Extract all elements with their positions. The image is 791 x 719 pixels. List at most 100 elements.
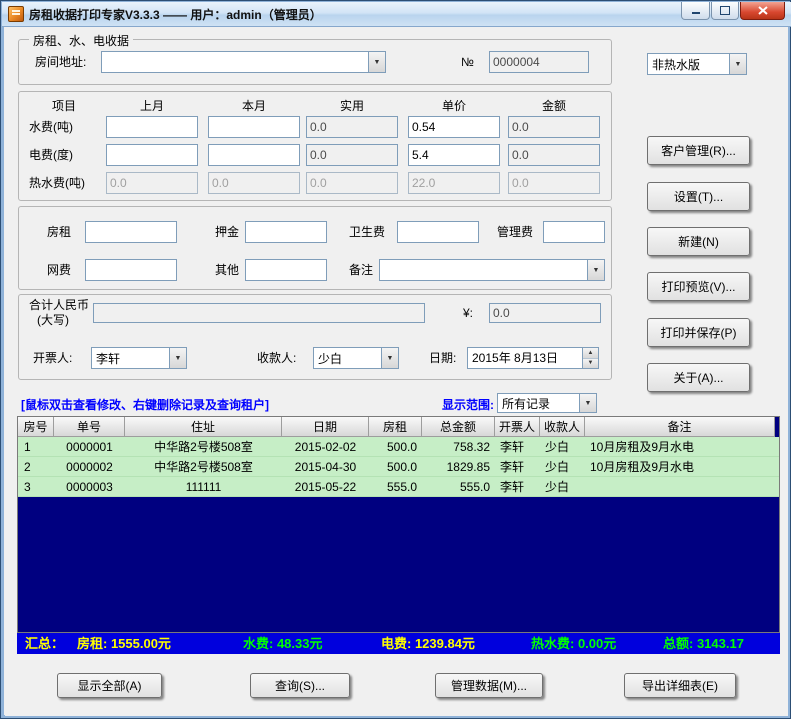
app-window: 房租收据打印专家V3.3.3 —— 用户：admin（管理员） 房租、水、电收据… bbox=[0, 0, 791, 719]
col-item-label: 项目 bbox=[51, 99, 76, 113]
date-label: 日期: bbox=[429, 351, 457, 365]
other-fees-groupbox: 房租 押金 卫生费 管理费 网费 其他 备注 ▼ bbox=[18, 206, 612, 290]
chevron-down-icon[interactable]: ▼ bbox=[729, 54, 746, 74]
manage-data-button[interactable]: 管理数据(M)... bbox=[435, 673, 543, 698]
date-picker[interactable]: 2015年 8月13日 ▲ ▼ bbox=[467, 347, 599, 369]
hint-text: [鼠标双击查看修改、右键删除记录及查询租户] bbox=[21, 398, 269, 412]
summary-electric: 电费: 1239.84元 bbox=[381, 636, 475, 651]
cell-total: 758.32 bbox=[453, 439, 490, 454]
close-icon bbox=[757, 6, 768, 15]
total-groupbox: 合计人民币 (大写) ¥: 开票人: 李轩 ▼ 收款人: 少白 ▼ 日期: 20… bbox=[18, 294, 612, 380]
electric-current-month-input[interactable] bbox=[208, 144, 300, 166]
title-bar[interactable]: 房租收据打印专家V3.3.3 —— 用户：admin（管理员） bbox=[2, 2, 791, 27]
chevron-down-icon[interactable]: ▼ bbox=[169, 348, 186, 368]
rent-input[interactable] bbox=[85, 221, 177, 243]
water-usage-field bbox=[306, 116, 398, 138]
remark-combo[interactable]: ▼ bbox=[379, 259, 605, 281]
electric-fee-label: 电费(度) bbox=[29, 148, 73, 162]
management-input[interactable] bbox=[543, 221, 605, 243]
room-address-combo[interactable]: ▼ bbox=[101, 51, 386, 73]
chevron-down-icon[interactable]: ▼ bbox=[587, 260, 604, 280]
summary-rent: 房租: 1555.00元 bbox=[77, 636, 171, 651]
room-address-label: 房间地址: bbox=[35, 55, 87, 69]
groupbox-title: 房租、水、电收据 bbox=[29, 32, 134, 49]
receipt-number-field bbox=[489, 51, 589, 73]
cell-total: 555.0 bbox=[459, 479, 490, 494]
other-input[interactable] bbox=[245, 259, 327, 281]
date-value: 2015年 8月13日 bbox=[472, 351, 559, 365]
cell-date: 2015-02-02 bbox=[294, 439, 357, 454]
close-button[interactable] bbox=[740, 2, 785, 20]
about-button[interactable]: 关于(A)... bbox=[647, 363, 750, 392]
spin-down-icon[interactable]: ▼ bbox=[583, 358, 598, 368]
range-combo[interactable]: 所有记录 ▼ bbox=[497, 393, 597, 413]
minimize-button[interactable] bbox=[681, 2, 710, 20]
rent-label: 房租 bbox=[47, 225, 72, 239]
query-button[interactable]: 查询(S)... bbox=[250, 673, 350, 698]
other-label: 其他 bbox=[215, 263, 240, 277]
payee-value: 少白 bbox=[318, 351, 343, 366]
electric-last-month-input[interactable] bbox=[106, 144, 198, 166]
cell-address: 中华路2号楼508室 bbox=[154, 440, 253, 454]
sanitation-input[interactable] bbox=[397, 221, 479, 243]
col-usage-label: 实用 bbox=[339, 99, 364, 113]
cell-address: 中华路2号楼508室 bbox=[154, 460, 253, 474]
new-button[interactable]: 新建(N) bbox=[647, 227, 750, 256]
export-detail-button[interactable]: 导出详细表(E) bbox=[624, 673, 736, 698]
range-label: 显示范围: bbox=[442, 398, 494, 412]
cell-address: 111111 bbox=[185, 479, 222, 494]
total-in-words-field bbox=[93, 303, 425, 323]
show-all-button[interactable]: 显示全部(A) bbox=[57, 673, 162, 698]
remark-label: 备注 bbox=[349, 263, 374, 277]
summary-water: 水费: 48.33元 bbox=[243, 636, 323, 651]
col-price-label: 单价 bbox=[441, 99, 466, 113]
cell-remark: 10月房租及9月水电 bbox=[590, 440, 695, 454]
total-in-words-label-line2: (大写) bbox=[37, 313, 69, 327]
payee-combo[interactable]: 少白 ▼ bbox=[313, 347, 399, 369]
management-label: 管理费 bbox=[497, 225, 534, 239]
internet-input[interactable] bbox=[85, 259, 177, 281]
hotwater-fee-label: 热水费(吨) bbox=[29, 176, 85, 190]
version-combo[interactable]: 非热水版 ▼ bbox=[647, 53, 747, 75]
water-current-month-input[interactable] bbox=[208, 116, 300, 138]
electric-usage-field bbox=[306, 144, 398, 166]
internet-label: 网费 bbox=[47, 263, 72, 277]
cell-room: 2 bbox=[24, 459, 31, 474]
water-last-month-input[interactable] bbox=[106, 116, 198, 138]
spin-up-icon[interactable]: ▲ bbox=[583, 348, 598, 359]
cell-issuer: 李轩 bbox=[500, 440, 525, 454]
chevron-down-icon[interactable]: ▼ bbox=[579, 394, 596, 412]
water-price-input[interactable] bbox=[408, 116, 500, 138]
electric-price-input[interactable] bbox=[408, 144, 500, 166]
table-row[interactable]: 2 0000002 中华路2号楼508室 2015-04-30 500.0 18… bbox=[18, 457, 779, 477]
col-current-month-label: 本月 bbox=[241, 99, 266, 113]
table-header: 房号 单号 住址 日期 房租 总金额 开票人 收款人 备注 bbox=[18, 417, 779, 437]
cell-date: 2015-04-30 bbox=[294, 459, 357, 474]
print-preview-button[interactable]: 打印预览(V)... bbox=[647, 272, 750, 301]
minimize-icon bbox=[691, 12, 700, 14]
yuan-field bbox=[489, 303, 601, 323]
summary-grand-total: 总额: 3143.17 bbox=[663, 636, 744, 651]
cell-remark bbox=[585, 477, 775, 496]
cell-payee: 少白 bbox=[545, 440, 570, 454]
cell-room: 1 bbox=[24, 439, 31, 454]
chevron-down-icon[interactable]: ▼ bbox=[368, 52, 385, 72]
receipt-number-label: № bbox=[461, 55, 474, 69]
records-table: 房号 单号 住址 日期 房租 总金额 开票人 收款人 备注 1 0000001 … bbox=[17, 416, 780, 633]
receipt-groupbox: 房租、水、电收据 房间地址: ▼ № bbox=[18, 32, 612, 85]
water-amount-field bbox=[508, 116, 600, 138]
table-row[interactable]: 1 0000001 中华路2号楼508室 2015-02-02 500.0 75… bbox=[18, 437, 779, 457]
table-row[interactable]: 3 0000003 111111 2015-05-22 555.0 555.0 … bbox=[18, 477, 779, 497]
chevron-down-icon[interactable]: ▼ bbox=[381, 348, 398, 368]
cell-rent: 555.0 bbox=[386, 479, 417, 494]
client-area: 房租、水、电收据 房间地址: ▼ № 项目 上月 本月 实用 单价 金额 水费(… bbox=[5, 27, 788, 716]
cell-order: 0000001 bbox=[66, 439, 113, 454]
settings-button[interactable]: 设置(T)... bbox=[647, 182, 750, 211]
cell-order: 0000002 bbox=[66, 459, 113, 474]
issuer-combo[interactable]: 李轩 ▼ bbox=[91, 347, 187, 369]
maximize-button[interactable] bbox=[711, 2, 739, 20]
print-save-button[interactable]: 打印并保存(P) bbox=[647, 318, 750, 347]
customer-management-button[interactable]: 客户管理(R)... bbox=[647, 136, 750, 165]
deposit-input[interactable] bbox=[245, 221, 327, 243]
hotwater-current-month-input bbox=[208, 172, 300, 194]
